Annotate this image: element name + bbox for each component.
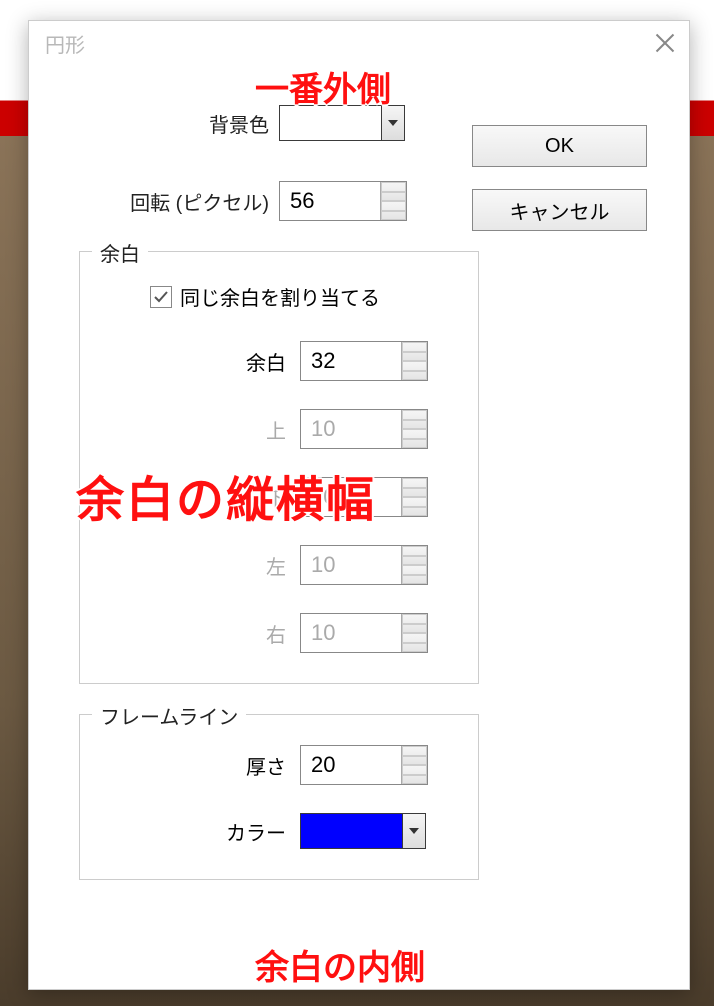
top-label: 上 xyxy=(100,415,300,444)
thickness-spinner[interactable] xyxy=(300,745,428,785)
right-spinner xyxy=(300,613,428,653)
ellipse-dialog: 円形 OK キャンセル 背景色 回転 (ピクセル) 余 xyxy=(28,20,690,990)
chevron-down-icon xyxy=(409,828,419,834)
spin-up[interactable] xyxy=(402,342,427,361)
spin-up[interactable] xyxy=(402,746,427,765)
bgcolor-label: 背景色 xyxy=(49,109,279,138)
thickness-label: 厚さ xyxy=(100,751,300,780)
spin-up xyxy=(402,410,427,429)
framecolor-dropdown[interactable] xyxy=(403,814,425,848)
spin-down xyxy=(402,497,427,516)
margin-label: 余白 xyxy=(100,347,300,376)
chevron-down-icon xyxy=(388,120,398,126)
same-margin-label: 同じ余白を割り当てる xyxy=(180,282,380,311)
top-input xyxy=(301,410,401,448)
bgcolor-picker[interactable] xyxy=(279,105,405,141)
dialog-title: 円形 xyxy=(45,29,85,58)
bottom-label: 下 xyxy=(100,483,300,512)
chevron-down-icon xyxy=(382,210,405,212)
left-spinner xyxy=(300,545,428,585)
frameline-legend: フレームライン xyxy=(92,701,246,730)
top-spinner xyxy=(300,409,428,449)
right-input xyxy=(301,614,401,652)
close-icon[interactable] xyxy=(655,33,675,53)
spin-down[interactable] xyxy=(402,361,427,380)
same-margin-checkbox[interactable] xyxy=(150,286,172,308)
bottom-input xyxy=(301,478,401,516)
rotation-input[interactable] xyxy=(280,182,380,220)
spin-up xyxy=(402,614,427,633)
margin-input[interactable] xyxy=(301,342,401,380)
margin-groupbox: 余白 同じ余白を割り当てる 余白 上 xyxy=(79,251,479,684)
rotation-up[interactable] xyxy=(381,182,406,201)
left-input xyxy=(301,546,401,584)
bgcolor-dropdown[interactable] xyxy=(382,106,404,140)
margin-spinner[interactable] xyxy=(300,341,428,381)
spin-down xyxy=(402,565,427,584)
titlebar: 円形 xyxy=(29,21,689,65)
spin-down xyxy=(402,429,427,448)
spin-up xyxy=(402,546,427,565)
spin-down xyxy=(402,633,427,652)
chevron-up-icon xyxy=(382,191,405,193)
bgcolor-swatch[interactable] xyxy=(280,106,382,140)
rotation-down[interactable] xyxy=(381,201,406,220)
margin-legend: 余白 xyxy=(92,238,148,267)
spin-up xyxy=(402,478,427,497)
thickness-input[interactable] xyxy=(301,746,401,784)
spin-down[interactable] xyxy=(402,765,427,784)
bottom-spinner xyxy=(300,477,428,517)
rotation-spinner[interactable] xyxy=(279,181,407,221)
framecolor-picker[interactable] xyxy=(300,813,426,849)
rotation-label: 回転 (ピクセル) xyxy=(49,187,279,216)
left-label: 左 xyxy=(100,551,300,580)
right-label: 右 xyxy=(100,619,300,648)
framecolor-label: カラー xyxy=(100,817,300,846)
frameline-groupbox: フレームライン 厚さ カラー xyxy=(79,714,479,880)
framecolor-swatch[interactable] xyxy=(301,814,403,848)
